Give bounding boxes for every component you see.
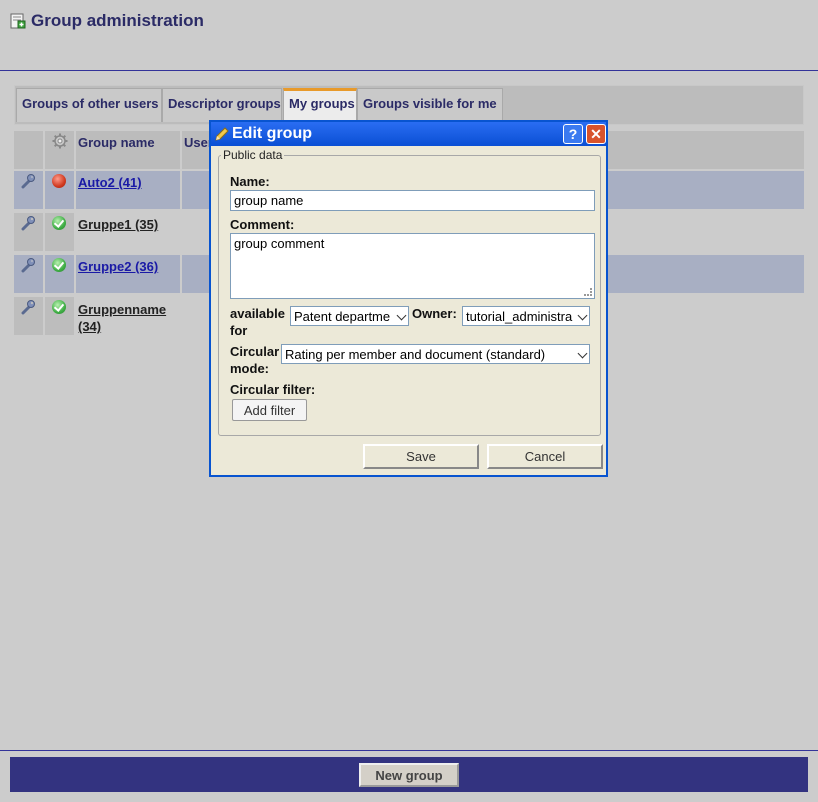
tab-label: Groups visible for me xyxy=(363,96,497,111)
gear-icon xyxy=(52,133,68,149)
cancel-button[interactable]: Cancel xyxy=(487,444,603,469)
comment-label: Comment: xyxy=(230,217,295,232)
wrench-icon[interactable] xyxy=(20,257,36,273)
group-link[interactable]: Gruppe1 (35) xyxy=(78,217,158,232)
add-filter-button[interactable]: Add filter xyxy=(232,399,307,421)
group-name-header: Group name xyxy=(78,135,155,150)
available-for-value: Patent departme xyxy=(294,309,391,324)
wrench-icon[interactable] xyxy=(20,215,36,231)
circular-mode-label-line2: mode: xyxy=(230,361,269,376)
save-button[interactable]: Save xyxy=(363,444,479,469)
header-cell-status xyxy=(45,131,74,169)
status-active-icon xyxy=(52,216,66,230)
help-button[interactable]: ? xyxy=(563,124,583,144)
status-active-icon xyxy=(52,258,66,272)
header-cell-edit xyxy=(14,131,43,169)
group-link-line: (34) xyxy=(78,319,102,334)
name-field[interactable]: group name xyxy=(230,190,595,211)
dialog-title: Edit group xyxy=(232,125,312,142)
tab-label: Descriptor groups xyxy=(168,96,281,111)
available-label-line2: for xyxy=(230,323,248,338)
tab-bar: Groups of other users Descriptor groups … xyxy=(14,85,804,125)
footer-divider xyxy=(0,750,818,751)
new-group-button[interactable]: New group xyxy=(359,763,459,787)
available-label: available xyxy=(230,306,285,321)
comment-text: group comment xyxy=(234,236,325,251)
tab-my-groups[interactable]: My groups xyxy=(283,88,357,122)
chevron-down-icon xyxy=(577,310,588,321)
status-inactive-icon xyxy=(52,174,66,188)
chevron-down-icon xyxy=(396,310,407,321)
page-title: Group administration xyxy=(31,11,204,30)
wrench-icon[interactable] xyxy=(20,299,36,315)
owner-select[interactable]: tutorial_administra xyxy=(462,306,590,326)
status-active-icon xyxy=(52,300,66,314)
page-header: Group administration xyxy=(10,10,204,32)
owner-value: tutorial_administra xyxy=(466,309,573,324)
owner-label: Owner: xyxy=(412,306,457,321)
close-button[interactable]: ✕ xyxy=(586,124,606,144)
available-for-select[interactable]: Patent departme xyxy=(290,306,409,326)
tab-label: My groups xyxy=(289,96,355,111)
header-divider xyxy=(0,70,818,71)
circular-mode-value: Rating per member and document (standard… xyxy=(285,347,546,362)
dialog-titlebar[interactable]: Edit group ? ✕ xyxy=(211,122,606,146)
comment-field[interactable]: group comment xyxy=(230,233,595,299)
name-label: Name: xyxy=(230,174,270,189)
tab-label: Groups of other users xyxy=(22,96,159,111)
group-admin-icon xyxy=(10,13,26,29)
header-cell-group-name[interactable]: Group name xyxy=(76,131,180,169)
resize-grip-icon[interactable] xyxy=(584,288,592,296)
group-link[interactable]: Gruppenname (34) xyxy=(78,301,166,335)
tab-groups-visible-for-me[interactable]: Groups visible for me xyxy=(357,88,503,122)
circular-mode-label: Circular xyxy=(230,344,280,359)
tab-descriptor-groups[interactable]: Descriptor groups xyxy=(162,88,282,122)
circular-mode-select[interactable]: Rating per member and document (standard… xyxy=(281,344,590,364)
circular-filter-label: Circular filter: xyxy=(230,382,316,397)
chevron-down-icon xyxy=(577,348,588,359)
group-link[interactable]: Gruppe2 (36) xyxy=(78,259,158,274)
edit-group-dialog: Edit group ? ✕ Public data Name: group n… xyxy=(209,120,608,477)
group-link[interactable]: Auto2 (41) xyxy=(78,175,142,190)
wrench-icon[interactable] xyxy=(20,173,36,189)
pencil-icon xyxy=(215,127,229,141)
group-link-line: Gruppenname xyxy=(78,302,167,317)
fieldset-legend: Public data xyxy=(221,148,285,162)
tab-groups-of-other-users[interactable]: Groups of other users xyxy=(16,88,162,122)
